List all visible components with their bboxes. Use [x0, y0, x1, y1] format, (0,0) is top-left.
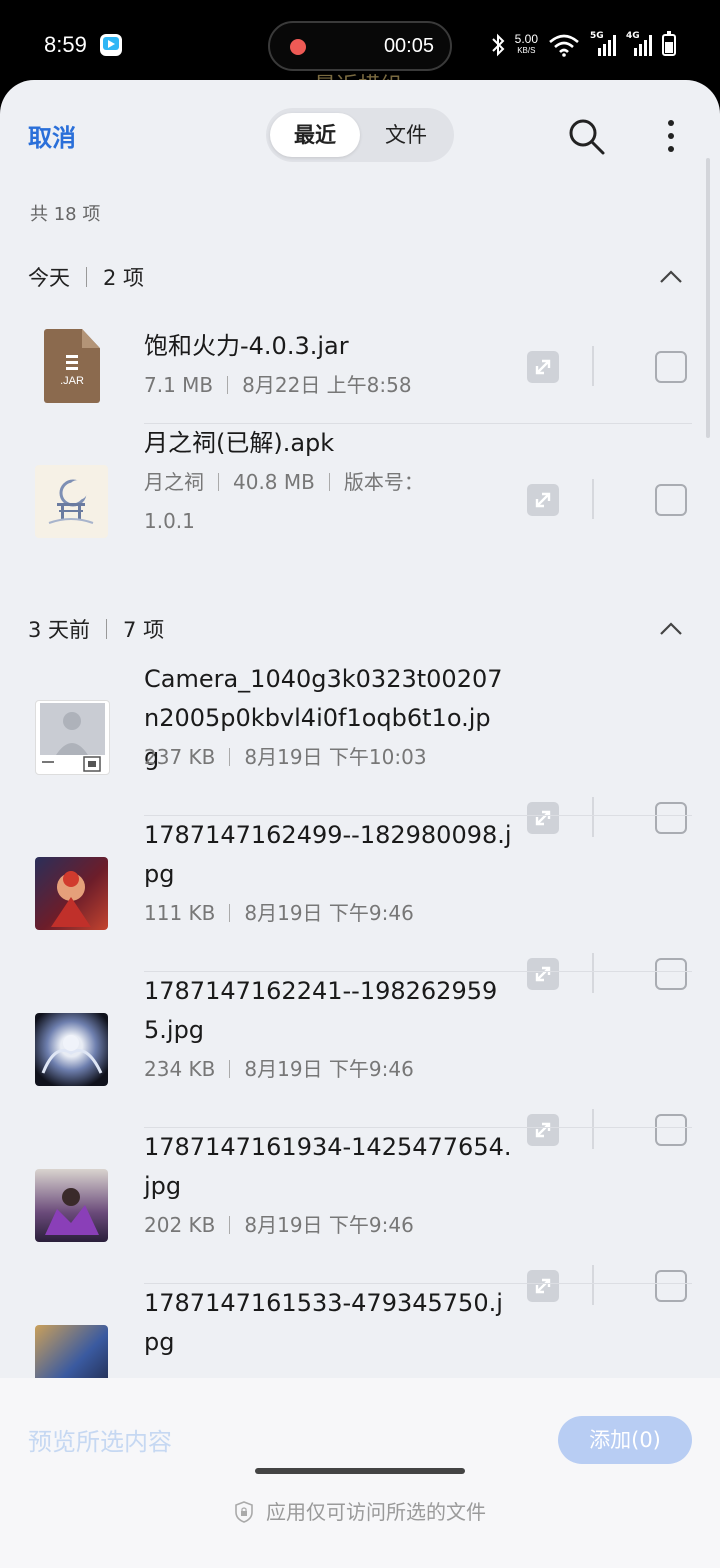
file-meta: 234 KB 8月19日 下午9:46	[144, 1050, 484, 1089]
chevron-up-icon[interactable]	[660, 618, 682, 640]
group-header-3-days-ago[interactable]: 3 天前 7 项	[0, 606, 720, 646]
privacy-note: 应用仅可访问所选的文件	[0, 1496, 720, 1525]
item-count: 共 18 项	[30, 204, 101, 225]
cancel-button[interactable]: 取消	[28, 118, 76, 153]
file-name: 1787147162241--1982629595.jpg	[144, 977, 498, 1044]
shield-lock-icon	[235, 1501, 253, 1523]
file-date: 8月19日 下午10:03	[244, 745, 427, 769]
status-time: 8:59	[44, 32, 87, 57]
file-meta: 111 KB 8月19日 下午9:46	[144, 894, 484, 933]
status-bar: 8:59 00:05 5.00 KB/S 5G 4G	[0, 0, 720, 99]
file-date: 8月19日 下午9:46	[244, 1057, 414, 1081]
net-speed-value: 5.00	[514, 32, 538, 46]
tab-files[interactable]: 文件	[362, 113, 450, 157]
record-dot-icon	[290, 39, 306, 55]
group-date: 3 天前	[28, 618, 91, 642]
group-date: 今天	[28, 266, 70, 290]
signal-5g-icon: 5G	[590, 31, 616, 56]
file-name: 饱和火力-4.0.3.jar	[144, 332, 349, 360]
group-header-today[interactable]: 今天 2 项	[0, 254, 720, 294]
view-toggle: 最近 文件	[266, 108, 454, 162]
select-checkbox[interactable]	[655, 351, 687, 383]
battery-icon	[662, 31, 676, 56]
tab-recent[interactable]: 最近	[270, 113, 360, 157]
net-speed: 5.00 KB/S	[514, 32, 538, 56]
list-item[interactable]: 1787147161934-1425477654.jpg 202 KB 8月19日…	[0, 1128, 720, 1305]
image-thumbnail	[35, 857, 108, 930]
divider	[592, 346, 594, 386]
bluetooth-icon	[491, 33, 505, 57]
expand-preview-icon[interactable]	[527, 484, 559, 516]
divider	[592, 479, 594, 519]
video-app-icon	[100, 34, 122, 56]
file-size: 202 KB	[144, 1213, 216, 1237]
search-icon[interactable]	[566, 116, 606, 156]
list-item[interactable]: 1787147162241--1982629595.jpg 234 KB 8月19…	[0, 972, 720, 1149]
image-thumbnail	[35, 700, 110, 775]
file-date: 8月19日 下午9:46	[244, 1213, 414, 1237]
list-item[interactable]: 1787147162499--182980098.jpg 111 KB 8月19日…	[0, 816, 720, 993]
sig1-label: 5G	[590, 31, 604, 41]
jar-file-icon: .JAR	[44, 329, 100, 403]
group-count: 7 项	[123, 618, 165, 642]
sig2-label: 4G	[626, 31, 640, 41]
app-label: 月之祠	[144, 470, 204, 494]
file-meta: 7.1 MB 8月22日 上午8:58	[144, 366, 484, 405]
file-name: 1787147161533-479345750.jpg	[144, 1289, 503, 1356]
file-meta: 月之祠 40.8 MB 版本号：1.0.1	[144, 463, 474, 541]
image-thumbnail	[35, 1169, 108, 1242]
picker-header: 取消 最近 文件	[0, 80, 720, 190]
screen-recording-pill[interactable]: 00:05	[268, 21, 452, 71]
image-thumbnail	[35, 1013, 108, 1086]
file-size: 237 KB	[144, 745, 216, 769]
app-thumbnail	[35, 465, 108, 538]
file-date: 8月22日 上午8:58	[242, 373, 412, 397]
file-size: 7.1 MB	[144, 373, 214, 397]
list-item[interactable]: .JAR 饱和火力-4.0.3.jar 7.1 MB 8月22日 上午8:58	[0, 312, 720, 422]
more-options-icon[interactable]	[660, 116, 682, 156]
chevron-up-icon[interactable]	[660, 266, 682, 288]
group-title: 3 天前 7 项	[28, 614, 164, 644]
privacy-text: 应用仅可访问所选的文件	[266, 1500, 486, 1524]
select-checkbox[interactable]	[655, 484, 687, 516]
list-item[interactable]: Camera_1040g3k0323t00207n2005p0kbvl4i0f1…	[0, 660, 720, 837]
signal-4g-icon: 4G	[626, 31, 652, 56]
file-meta: 202 KB 8月19日 下午9:46	[144, 1206, 484, 1245]
file-name: 1787147162499--182980098.jpg	[144, 821, 512, 888]
net-speed-unit: KB/S	[517, 46, 536, 55]
file-size: 111 KB	[144, 901, 216, 925]
preview-selected-button[interactable]: 预览所选内容	[28, 1422, 172, 1457]
file-date: 8月19日 下午9:46	[244, 901, 414, 925]
file-meta: 237 KB 8月19日 下午10:03	[144, 738, 484, 777]
recording-time: 00:05	[383, 35, 434, 57]
expand-preview-icon[interactable]	[527, 351, 559, 383]
file-name: 月之祠(已解).apk	[144, 429, 335, 457]
add-button[interactable]: 添加(0)	[558, 1416, 692, 1464]
file-name: 1787147161934-1425477654.jpg	[144, 1133, 512, 1200]
file-ext-label: .JAR	[60, 375, 84, 387]
home-indicator[interactable]	[255, 1468, 465, 1474]
list-item[interactable]: 月之祠(已解).apk 月之祠 40.8 MB 版本号：1.0.1	[0, 426, 720, 561]
wifi-icon	[549, 34, 579, 57]
status-icons: 5.00 KB/S 5G 4G	[491, 28, 676, 62]
group-title: 今天 2 项	[28, 262, 144, 292]
file-picker-sheet: 取消 最近 文件 共 18 项 今天 2 项 .JAR 饱和火力-4.0.3.ja…	[0, 80, 720, 1568]
file-size: 234 KB	[144, 1057, 216, 1081]
group-count: 2 项	[103, 266, 145, 290]
file-size: 40.8 MB	[233, 470, 315, 494]
